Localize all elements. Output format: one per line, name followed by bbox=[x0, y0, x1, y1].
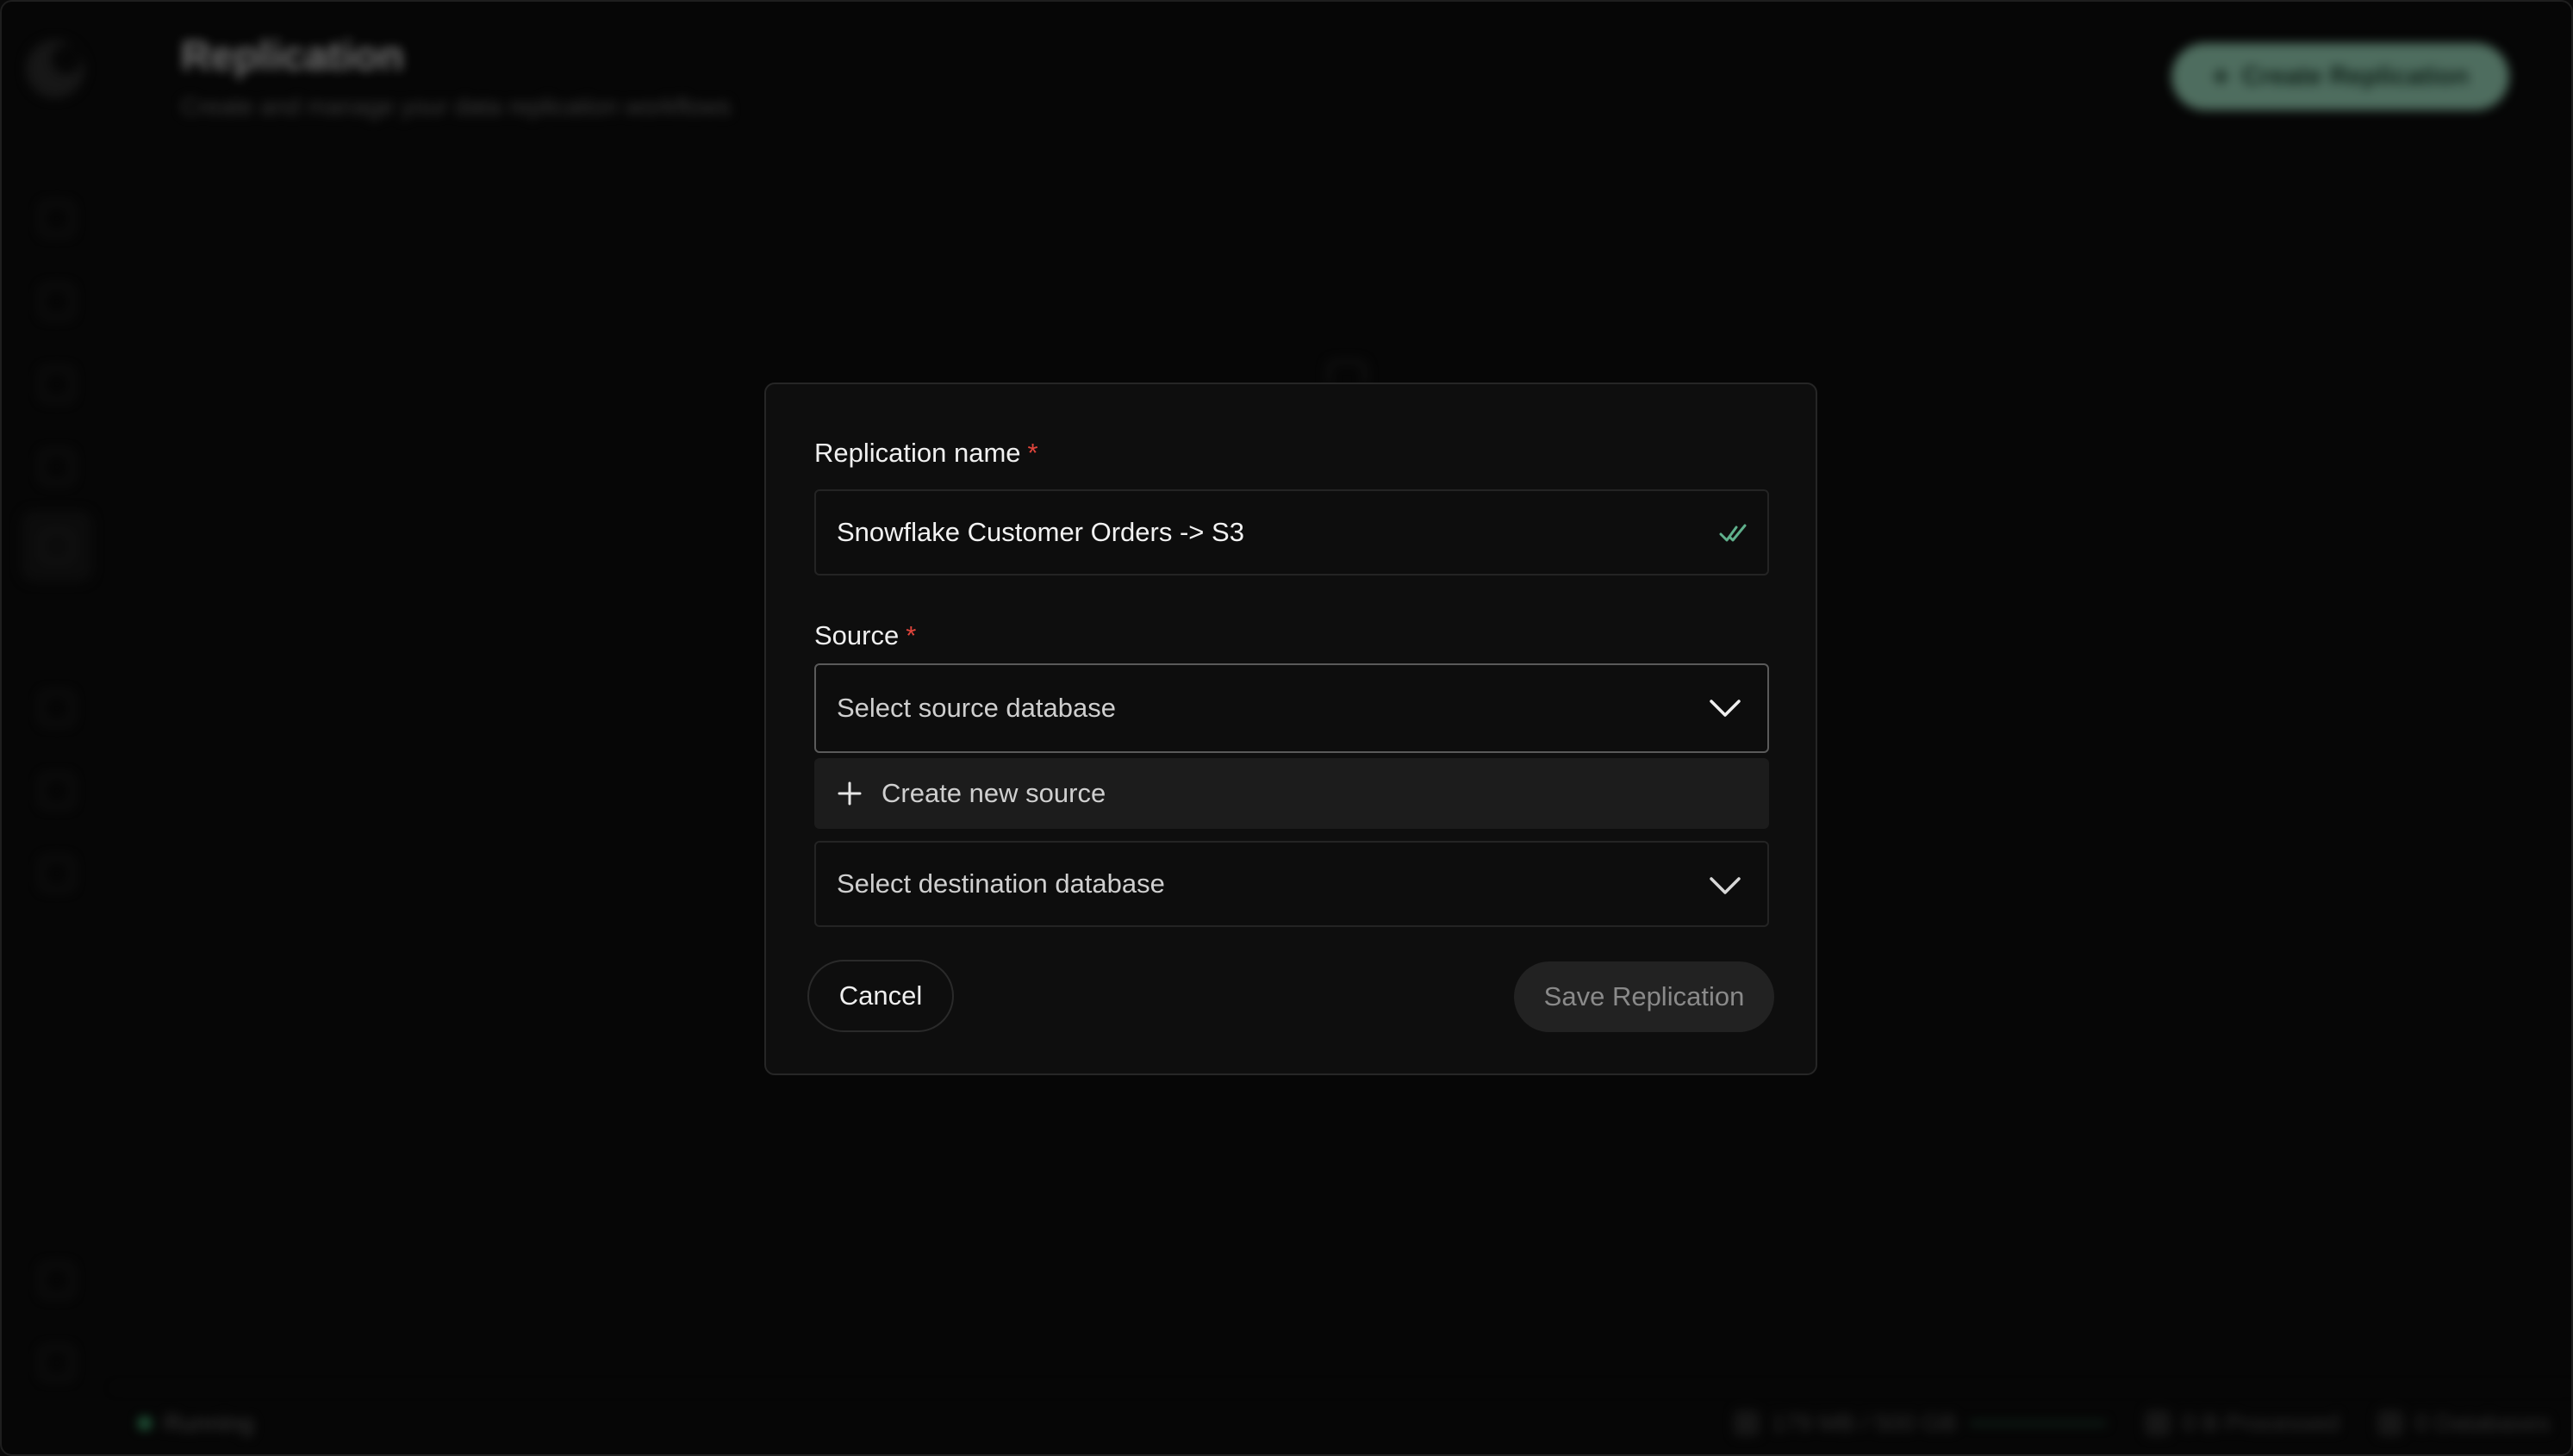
save-replication-button[interactable]: Save Replication bbox=[1514, 961, 1774, 1032]
create-new-source-option[interactable]: Create new source bbox=[814, 758, 1769, 829]
create-replication-dialog: Replication name * Snowflake Customer Ord… bbox=[764, 383, 1817, 1075]
replication-name-value: Snowflake Customer Orders -> S3 bbox=[837, 517, 1244, 547]
cancel-button[interactable]: Cancel bbox=[807, 960, 954, 1032]
app-window: Replication Create and manage your data … bbox=[0, 0, 2573, 1456]
replication-name-input[interactable]: Snowflake Customer Orders -> S3 bbox=[814, 489, 1769, 576]
source-select-value: Select source database bbox=[837, 693, 1116, 723]
chevron-down-icon bbox=[1710, 877, 1741, 894]
check-icon bbox=[1719, 524, 1747, 542]
plus-icon bbox=[838, 781, 862, 806]
chevron-down-icon bbox=[1710, 700, 1741, 717]
destination-select[interactable]: Select destination database bbox=[814, 841, 1769, 927]
source-select[interactable]: Select source database bbox=[814, 663, 1769, 753]
create-new-source-label: Create new source bbox=[882, 778, 1106, 808]
replication-name-label: Replication name * bbox=[814, 438, 1038, 468]
source-label: Source * bbox=[814, 620, 917, 650]
required-mark: * bbox=[906, 620, 917, 650]
destination-select-value: Select destination database bbox=[837, 868, 1165, 899]
required-mark: * bbox=[1027, 438, 1038, 468]
